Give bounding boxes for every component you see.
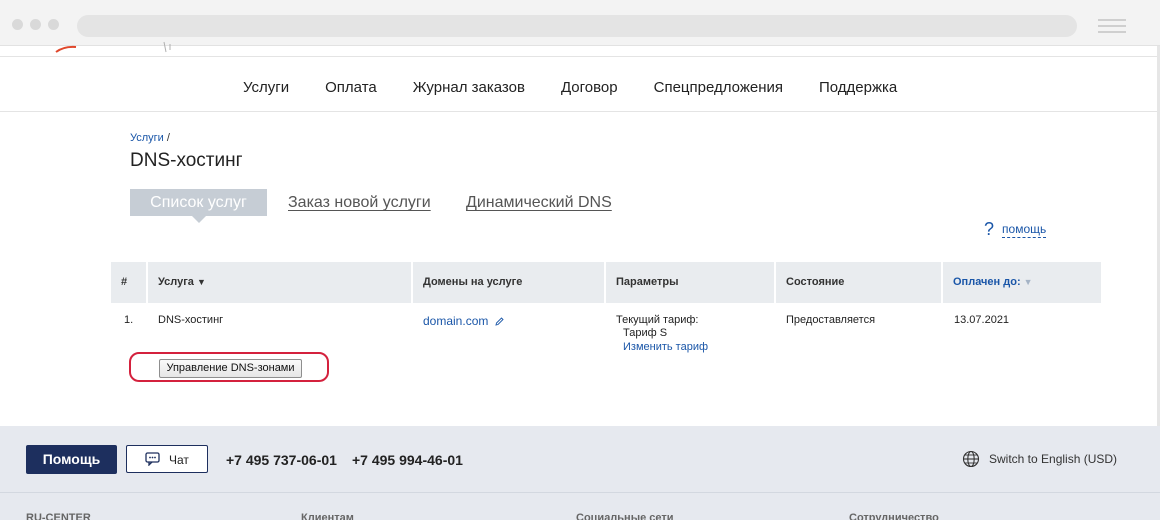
page-title: DNS-хостинг bbox=[130, 150, 243, 171]
footer-col-clients: Клиентам bbox=[301, 512, 354, 520]
col-params: Параметры bbox=[606, 262, 774, 303]
col-state: Состояние bbox=[776, 262, 941, 303]
logo-icon[interactable] bbox=[54, 40, 184, 54]
chat-button[interactable]: Чат bbox=[126, 445, 208, 473]
nav-item-order-log[interactable]: Журнал заказов bbox=[413, 79, 525, 96]
table-header: # Услуга ▼ Домены на услуге Параметры Сос… bbox=[111, 262, 1101, 303]
row-service-name: DNS-хостинг bbox=[158, 314, 224, 326]
tab-service-list[interactable]: Список услуг bbox=[130, 189, 267, 223]
main-navigation: Услуги Оплата Журнал заказов Договор Спе… bbox=[0, 56, 1157, 112]
tab-dynamic-dns[interactable]: Динамический DNS bbox=[466, 194, 612, 212]
pencil-icon[interactable] bbox=[495, 317, 504, 326]
row-state: Предоставляется bbox=[786, 314, 876, 326]
row-paid-until: 13.07.2021 bbox=[954, 314, 1010, 326]
row-tariff-value: Тариф S bbox=[623, 327, 668, 339]
language-switch[interactable]: Switch to English (USD) bbox=[962, 450, 1117, 468]
language-label: Switch to English (USD) bbox=[989, 452, 1118, 466]
question-icon: ? bbox=[984, 219, 995, 239]
footer-col-partnership: Сотрудничество bbox=[849, 512, 939, 520]
domain-link[interactable]: domain.com bbox=[423, 314, 488, 328]
window-controls bbox=[12, 19, 59, 30]
tab-service-list-label: Список услуг bbox=[150, 194, 247, 211]
footer: Помощь Чат +7 495 737-06-01 +7 495 994-4… bbox=[0, 426, 1160, 520]
nav-item-support[interactable]: Поддержка bbox=[819, 79, 897, 96]
footer-col-rucenter: RU-CENTER bbox=[26, 512, 91, 520]
tab-order-new-service[interactable]: Заказ новой услуги bbox=[288, 194, 431, 212]
col-domains: Домены на услуге bbox=[413, 262, 604, 303]
sort-down-icon: ▼ bbox=[1023, 277, 1033, 287]
nav-item-payment[interactable]: Оплата bbox=[325, 79, 377, 96]
row-tariff-label: Текущий тариф: bbox=[616, 314, 699, 326]
breadcrumb-separator: / bbox=[166, 132, 170, 144]
col-service[interactable]: Услуга ▼ bbox=[148, 262, 411, 303]
help-label: помощь bbox=[1002, 221, 1047, 238]
help-link[interactable]: ? помощь bbox=[984, 219, 1047, 240]
row-number: 1. bbox=[124, 314, 134, 326]
nav-item-contract[interactable]: Договор bbox=[561, 79, 618, 96]
sort-down-icon: ▼ bbox=[196, 277, 206, 287]
browser-menu-icon[interactable] bbox=[1098, 19, 1126, 33]
phone-number-2[interactable]: +7 495 994-46-01 bbox=[352, 452, 463, 468]
maximize-window-dot[interactable] bbox=[48, 19, 59, 30]
address-bar[interactable] bbox=[77, 15, 1077, 37]
col-number: # bbox=[111, 262, 146, 303]
help-button[interactable]: Помощь bbox=[26, 445, 117, 474]
footer-col-social: Социальные сети bbox=[576, 512, 674, 520]
change-tariff-link[interactable]: Изменить тариф bbox=[623, 341, 708, 353]
nav-item-special-offers[interactable]: Спецпредложения bbox=[654, 79, 783, 96]
minimize-window-dot[interactable] bbox=[30, 19, 41, 30]
tab-notch bbox=[192, 216, 206, 223]
breadcrumb-link-services[interactable]: Услуги bbox=[130, 132, 164, 144]
globe-icon bbox=[962, 450, 980, 468]
phone-number-1[interactable]: +7 495 737-06-01 bbox=[226, 452, 337, 468]
breadcrumb: Услуги / bbox=[130, 132, 170, 144]
nav-item-services[interactable]: Услуги bbox=[243, 79, 289, 96]
chat-icon bbox=[145, 452, 160, 466]
footer-divider bbox=[0, 492, 1160, 493]
col-paid-until[interactable]: Оплачен до: ▼ bbox=[943, 262, 1101, 303]
manage-dns-zones-button[interactable]: Управление DNS-зонами bbox=[159, 359, 302, 378]
row-domain: domain.com bbox=[423, 314, 504, 328]
chat-label: Чат bbox=[169, 453, 189, 467]
close-window-dot[interactable] bbox=[12, 19, 23, 30]
